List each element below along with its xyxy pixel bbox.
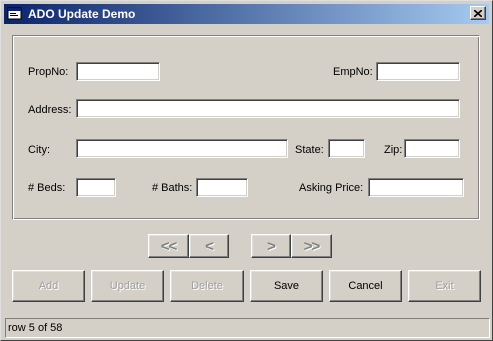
previous-record-button[interactable]: < bbox=[189, 234, 229, 258]
beds-label: # Beds: bbox=[28, 182, 66, 194]
address-field[interactable] bbox=[76, 99, 460, 118]
last-record-button[interactable]: >> bbox=[291, 234, 332, 258]
close-button[interactable] bbox=[470, 6, 486, 20]
app-window: ADO Update Demo PropNo: EmpNo: Address: … bbox=[0, 0, 493, 341]
window-title: ADO Update Demo bbox=[28, 7, 136, 21]
empno-label: EmpNo: bbox=[333, 66, 373, 78]
title-bar[interactable]: ADO Update Demo bbox=[4, 4, 489, 24]
state-label: State: bbox=[295, 144, 324, 156]
status-bar: row 5 of 58 bbox=[5, 318, 490, 338]
city-label: City: bbox=[28, 144, 50, 156]
asking-price-field[interactable] bbox=[368, 178, 464, 197]
baths-field[interactable] bbox=[196, 178, 248, 197]
app-window-icon[interactable] bbox=[7, 6, 23, 22]
state-field[interactable] bbox=[328, 139, 365, 158]
zip-label: Zip: bbox=[384, 144, 403, 156]
empno-field[interactable] bbox=[376, 62, 460, 81]
baths-label: # Baths: bbox=[152, 182, 193, 194]
propno-label: PropNo: bbox=[28, 66, 69, 78]
zip-field[interactable] bbox=[404, 139, 460, 158]
next-record-button[interactable]: > bbox=[251, 234, 291, 258]
update-button[interactable]: Update bbox=[91, 270, 164, 302]
address-label: Address: bbox=[28, 104, 72, 116]
exit-button[interactable]: Exit bbox=[408, 270, 481, 302]
delete-button[interactable]: Delete bbox=[170, 270, 244, 302]
propno-field[interactable] bbox=[76, 62, 160, 81]
save-button[interactable]: Save bbox=[250, 270, 323, 302]
close-x-icon bbox=[474, 9, 482, 17]
city-field[interactable] bbox=[76, 139, 288, 158]
beds-field[interactable] bbox=[76, 178, 116, 197]
first-record-button[interactable]: << bbox=[148, 234, 189, 258]
cancel-button[interactable]: Cancel bbox=[329, 270, 402, 302]
status-text: row 5 of 58 bbox=[8, 322, 63, 334]
add-button[interactable]: Add bbox=[12, 270, 85, 302]
asking-price-label: Asking Price: bbox=[299, 182, 364, 194]
